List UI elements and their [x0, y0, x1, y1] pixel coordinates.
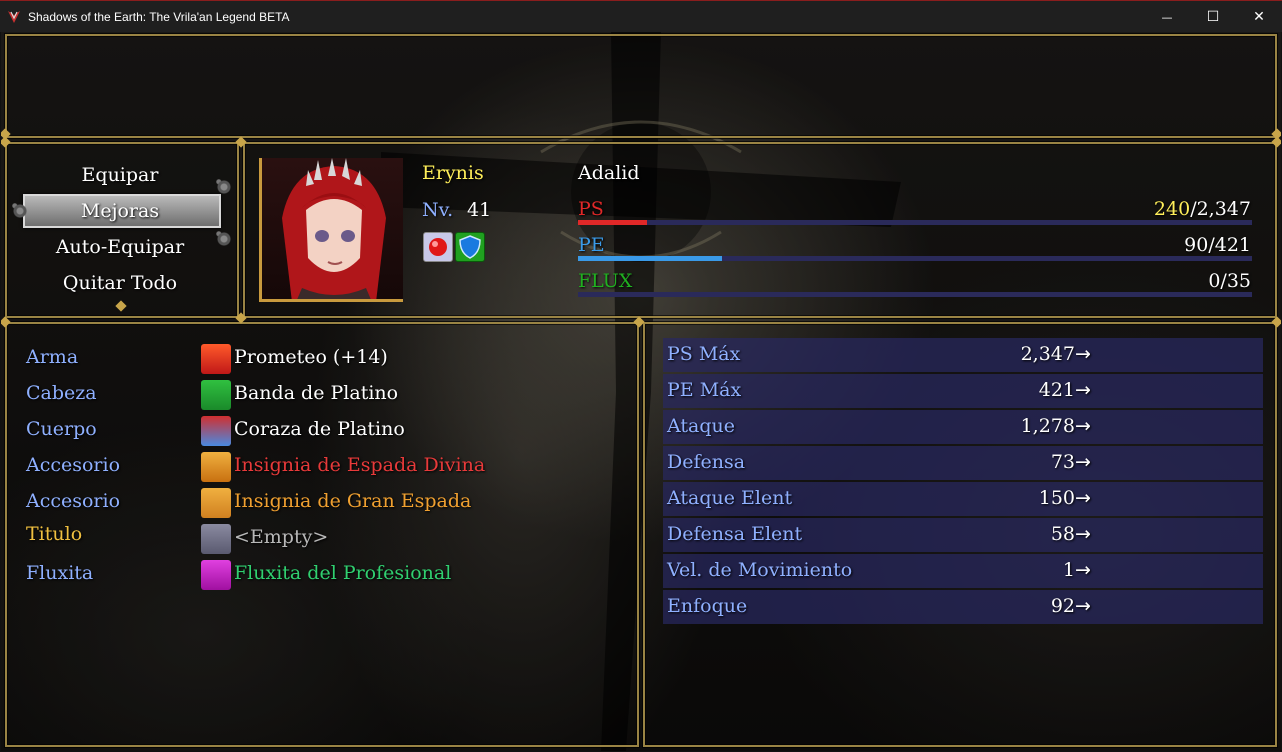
hp-gauge-fill [578, 220, 647, 225]
hp-label: PS [578, 198, 604, 220]
equip-slot-label[interactable]: Arma [26, 346, 78, 368]
hp-value: 240/2,347 [1154, 198, 1251, 220]
hp-gauge [578, 220, 1252, 225]
flux-value: 0/35 [1208, 270, 1251, 292]
flux-label: FLUX [578, 270, 633, 292]
arrow-right-icon: → [1075, 451, 1091, 473]
stat-label: PE Máx [667, 379, 742, 401]
stat-row: Ataque Elent 150 → [663, 482, 1263, 516]
stat-label: Defensa [667, 451, 746, 473]
equip-slot-label[interactable]: Accesorio [26, 490, 120, 512]
mp-gauge-fill [578, 256, 723, 261]
command-mejoras[interactable]: Mejoras [1, 193, 239, 229]
game-screen: Equipar Mejoras Auto-Equipar Quitar Todo… [1, 32, 1281, 751]
stat-label: Defensa Elent [667, 523, 803, 545]
stat-value: 73 [1050, 451, 1075, 473]
level-value: 41 [467, 199, 492, 221]
arrow-right-icon: → [1075, 487, 1091, 509]
stat-row: Enfoque 92 → [663, 590, 1263, 624]
stat-row: PE Máx 421 → [663, 374, 1263, 408]
stat-value: 92 [1050, 595, 1075, 617]
empty-slot-icon [201, 524, 231, 554]
command-auto-equipar[interactable]: Auto-Equipar [1, 229, 239, 265]
stat-value: 150 [1038, 487, 1075, 509]
window-title: Shadows of the Earth: The Vrila'an Legen… [28, 9, 290, 24]
window-titlebar: Shadows of the Earth: The Vrila'an Legen… [0, 0, 1282, 32]
stat-value: 1 [1062, 559, 1075, 581]
stat-value: 58 [1050, 523, 1075, 545]
equip-slot-label[interactable]: Cabeza [26, 382, 97, 404]
mp-gauge [578, 256, 1252, 261]
actor-name: Erynis [422, 162, 484, 184]
stat-label: Ataque [667, 415, 735, 437]
stat-label: PS Máx [667, 343, 741, 365]
equip-slot-label[interactable]: Fluxita [26, 562, 93, 584]
help-window [5, 34, 1277, 138]
minimize-icon: — [1161, 10, 1173, 24]
equip-item-name[interactable]: Insignia de Espada Divina [234, 454, 485, 476]
stat-label: Enfoque [667, 595, 748, 617]
headband-icon [201, 380, 231, 410]
command-quitar-todo[interactable]: Quitar Todo [1, 265, 239, 301]
actor-class: Adalid [578, 162, 640, 184]
arrow-right-icon: → [1075, 523, 1091, 545]
level-label: Nv. [422, 199, 454, 221]
stat-row: Ataque 1,278 → [663, 410, 1263, 444]
equip-item-name[interactable]: Coraza de Platino [234, 418, 405, 440]
crystal-icon [201, 560, 231, 590]
equip-item-name[interactable]: Insignia de Gran Espada [234, 490, 471, 512]
app-icon [8, 10, 20, 23]
close-button[interactable]: ✕ [1236, 1, 1282, 33]
stat-value: 421 [1038, 379, 1075, 401]
stat-row: Defensa Elent 58 → [663, 518, 1263, 552]
maximize-button[interactable]: ☐ [1190, 1, 1236, 33]
equip-slot-label[interactable]: Cuerpo [26, 418, 97, 440]
stat-row: PS Máx 2,347 → [663, 338, 1263, 372]
stat-value: 2,347 [1020, 343, 1075, 365]
close-icon: ✕ [1253, 9, 1265, 25]
equip-slot-label[interactable]: Titulo [26, 523, 82, 545]
arrow-right-icon: → [1075, 343, 1091, 365]
greatsword-badge-icon [201, 488, 231, 518]
hp-current: 240 [1153, 198, 1191, 220]
equip-item-name[interactable]: <Empty> [234, 526, 328, 548]
armor-icon [201, 416, 231, 446]
actor-portrait [259, 158, 403, 302]
flux-gauge [578, 292, 1252, 297]
hp-max: 2,347 [1196, 198, 1251, 220]
minimize-button[interactable]: — [1144, 1, 1190, 33]
mp-label: PE [578, 234, 605, 256]
command-equipar[interactable]: Equipar [1, 157, 239, 193]
equip-item-name[interactable]: Fluxita del Profesional [234, 562, 451, 584]
mp-value: 90/421 [1184, 234, 1251, 256]
blue-shield-icon [455, 232, 485, 262]
arrow-right-icon: → [1075, 415, 1091, 437]
fire-icon [201, 344, 231, 374]
equip-slot-label[interactable]: Accesorio [26, 454, 120, 476]
stat-label: Ataque Elent [667, 487, 793, 509]
stat-row: Vel. de Movimiento 1 → [663, 554, 1263, 588]
arrow-right-icon: → [1075, 595, 1091, 617]
stat-row: Defensa 73 → [663, 446, 1263, 480]
equip-item-name[interactable]: Banda de Platino [234, 382, 398, 404]
maximize-icon: ☐ [1206, 9, 1220, 25]
stat-label: Vel. de Movimiento [667, 559, 853, 581]
stat-value: 1,278 [1020, 415, 1075, 437]
arrow-right-icon: → [1075, 379, 1091, 401]
arrow-right-icon: → [1075, 559, 1091, 581]
sword-badge-icon [201, 452, 231, 482]
red-orb-icon [423, 232, 453, 262]
equip-item-name[interactable]: Prometeo (+14) [234, 346, 388, 368]
